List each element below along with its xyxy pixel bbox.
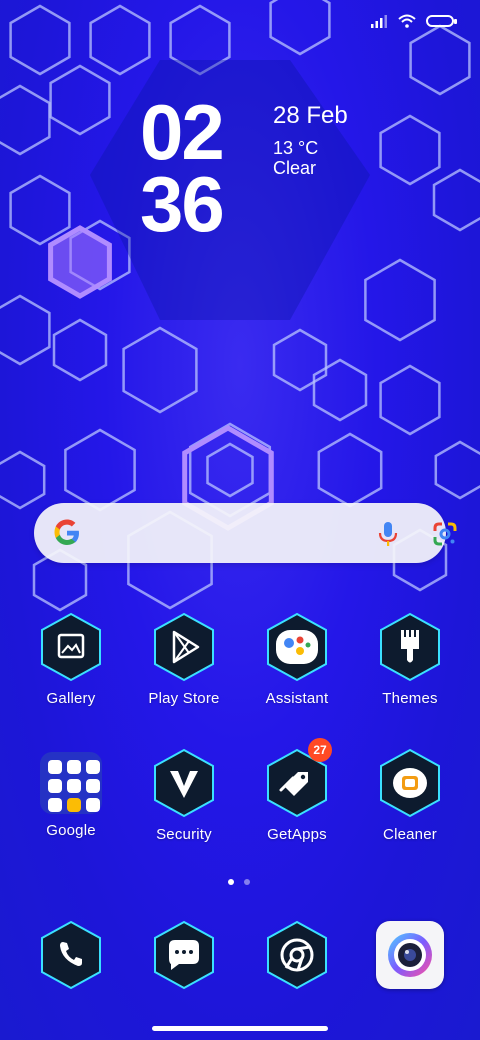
dock-phone[interactable] [16, 920, 126, 990]
wallpaper-hexagon [269, 0, 331, 56]
google-lens-icon[interactable] [432, 521, 458, 547]
app-cleaner[interactable]: Cleaner [355, 748, 465, 843]
wifi-icon [398, 14, 416, 28]
chrome-icon [267, 920, 327, 990]
dock-chrome[interactable] [242, 920, 352, 990]
wallpaper-hexagon [317, 432, 383, 508]
dock-messages[interactable] [129, 920, 239, 990]
microphone-icon[interactable] [376, 521, 400, 547]
themes-brush-icon [380, 612, 440, 682]
wallpaper-hexagon [379, 364, 441, 436]
app-label-getapps: GetApps [267, 826, 327, 843]
wallpaper-hexagon-highlight [48, 225, 112, 299]
clock-widget[interactable]: 02 36 [140, 88, 270, 248]
camera-icon [376, 921, 444, 989]
app-label-themes: Themes [382, 690, 438, 707]
play-store-icon [154, 612, 214, 682]
app-label-gallery: Gallery [46, 690, 96, 707]
date-label: 28 Feb [273, 102, 348, 129]
google-search-bar[interactable] [34, 503, 457, 563]
assistant-icon [267, 612, 327, 682]
wallpaper-hexagon [49, 64, 111, 136]
app-assistant[interactable]: Assistant [242, 612, 352, 707]
wallpaper-hexagon [432, 168, 480, 232]
app-label-play-store: Play Store [148, 690, 220, 707]
clock-hours: 02 [140, 88, 225, 176]
cleaner-icon [380, 748, 440, 818]
wallpaper-hexagon [0, 294, 51, 366]
wallpaper-hexagon [409, 24, 471, 96]
app-themes[interactable]: Themes [355, 612, 465, 707]
wallpaper-hexagon [52, 318, 108, 382]
home-indicator[interactable] [152, 1026, 328, 1031]
google-folder-icon [40, 752, 102, 814]
phone-icon [41, 920, 101, 990]
gallery-icon [41, 612, 101, 682]
wallpaper-hexagon [64, 428, 136, 512]
messages-icon [154, 920, 214, 990]
clock-minutes: 36 [140, 160, 225, 248]
wallpaper-hexagon [122, 326, 198, 414]
wallpaper-hexagon [272, 328, 328, 392]
security-icon [154, 748, 214, 818]
app-label-assistant: Assistant [265, 690, 329, 707]
wallpaper-hexagon [0, 450, 46, 510]
wallpaper-hexagon [206, 442, 254, 498]
wallpaper-hexagon [89, 4, 151, 76]
app-label-google: Google [46, 822, 96, 839]
condition-label: Clear [273, 158, 317, 178]
dock-camera[interactable] [355, 920, 465, 990]
app-getapps[interactable]: 27 GetApps [242, 738, 352, 843]
wallpaper-hexagon [9, 4, 71, 76]
wallpaper-hexagon [434, 440, 480, 500]
app-folder-google[interactable]: Google [16, 748, 126, 839]
app-security[interactable]: Security [129, 748, 239, 843]
temperature-label: 13 °C [273, 138, 319, 158]
app-gallery[interactable]: Gallery [16, 612, 126, 707]
wallpaper-hexagon [379, 114, 441, 186]
wallpaper-hexagon [9, 174, 71, 246]
google-g-icon [54, 519, 79, 545]
weather-widget[interactable]: 28 Feb 13 °C Clear [273, 102, 348, 179]
signal-icon [371, 15, 387, 28]
wallpaper-hexagon [364, 258, 436, 342]
wallpaper-hexagon [312, 358, 368, 422]
battery-icon [426, 15, 457, 27]
page-dot [244, 879, 250, 885]
status-bar [370, 14, 457, 28]
app-label-security: Security [156, 826, 212, 843]
search-input[interactable] [94, 513, 368, 555]
notification-badge: 27 [308, 738, 332, 762]
page-dot-active [228, 879, 234, 885]
page-indicator[interactable] [228, 879, 250, 885]
wallpaper-hexagon [0, 84, 51, 156]
app-label-cleaner: Cleaner [383, 826, 437, 843]
app-play-store[interactable]: Play Store [129, 612, 239, 707]
